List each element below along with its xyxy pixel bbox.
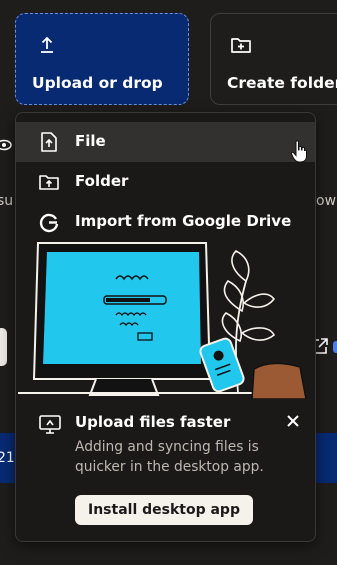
menu-item-file-label: File: [75, 132, 106, 150]
menu-item-folder[interactable]: Folder: [16, 162, 315, 202]
desktop-app-illustration: [16, 241, 315, 399]
menu-item-google-drive[interactable]: Import from Google Drive: [16, 202, 315, 242]
eye-icon[interactable]: [0, 137, 12, 153]
upload-icon: [41, 36, 53, 53]
promo-title: Upload files faster: [75, 413, 231, 431]
create-folder-button[interactable]: Create folder: [210, 13, 337, 105]
google-g-icon: [39, 213, 59, 233]
install-desktop-app-button[interactable]: Install desktop app: [75, 495, 253, 525]
folder-upload-icon: [39, 175, 59, 190]
upload-dropdown-menu: File Folder Import from Google Drive Upl…: [15, 112, 316, 542]
menu-item-folder-label: Folder: [75, 172, 129, 190]
background-text-left: su: [0, 193, 14, 209]
background-row-text: 21: [0, 450, 15, 466]
create-folder-label: Create folder: [227, 74, 337, 92]
desktop-sync-icon: [39, 415, 61, 434]
hand-pointer-cursor-icon: [290, 140, 307, 163]
menu-item-google-drive-label: Import from Google Drive: [75, 212, 292, 230]
upload-or-drop-button[interactable]: Upload or drop: [15, 13, 189, 105]
close-icon[interactable]: [285, 413, 301, 429]
file-upload-icon: [41, 132, 57, 152]
promo-description: Adding and syncing files is quicker in t…: [75, 439, 264, 475]
background-text-right: ow: [316, 193, 337, 209]
background-blue-indicator: [333, 341, 337, 353]
folder-plus-icon: [231, 38, 251, 53]
menu-item-file[interactable]: File: [16, 122, 315, 162]
background-button-fragment[interactable]: [0, 328, 7, 366]
upload-button-label: Upload or drop: [32, 74, 163, 92]
